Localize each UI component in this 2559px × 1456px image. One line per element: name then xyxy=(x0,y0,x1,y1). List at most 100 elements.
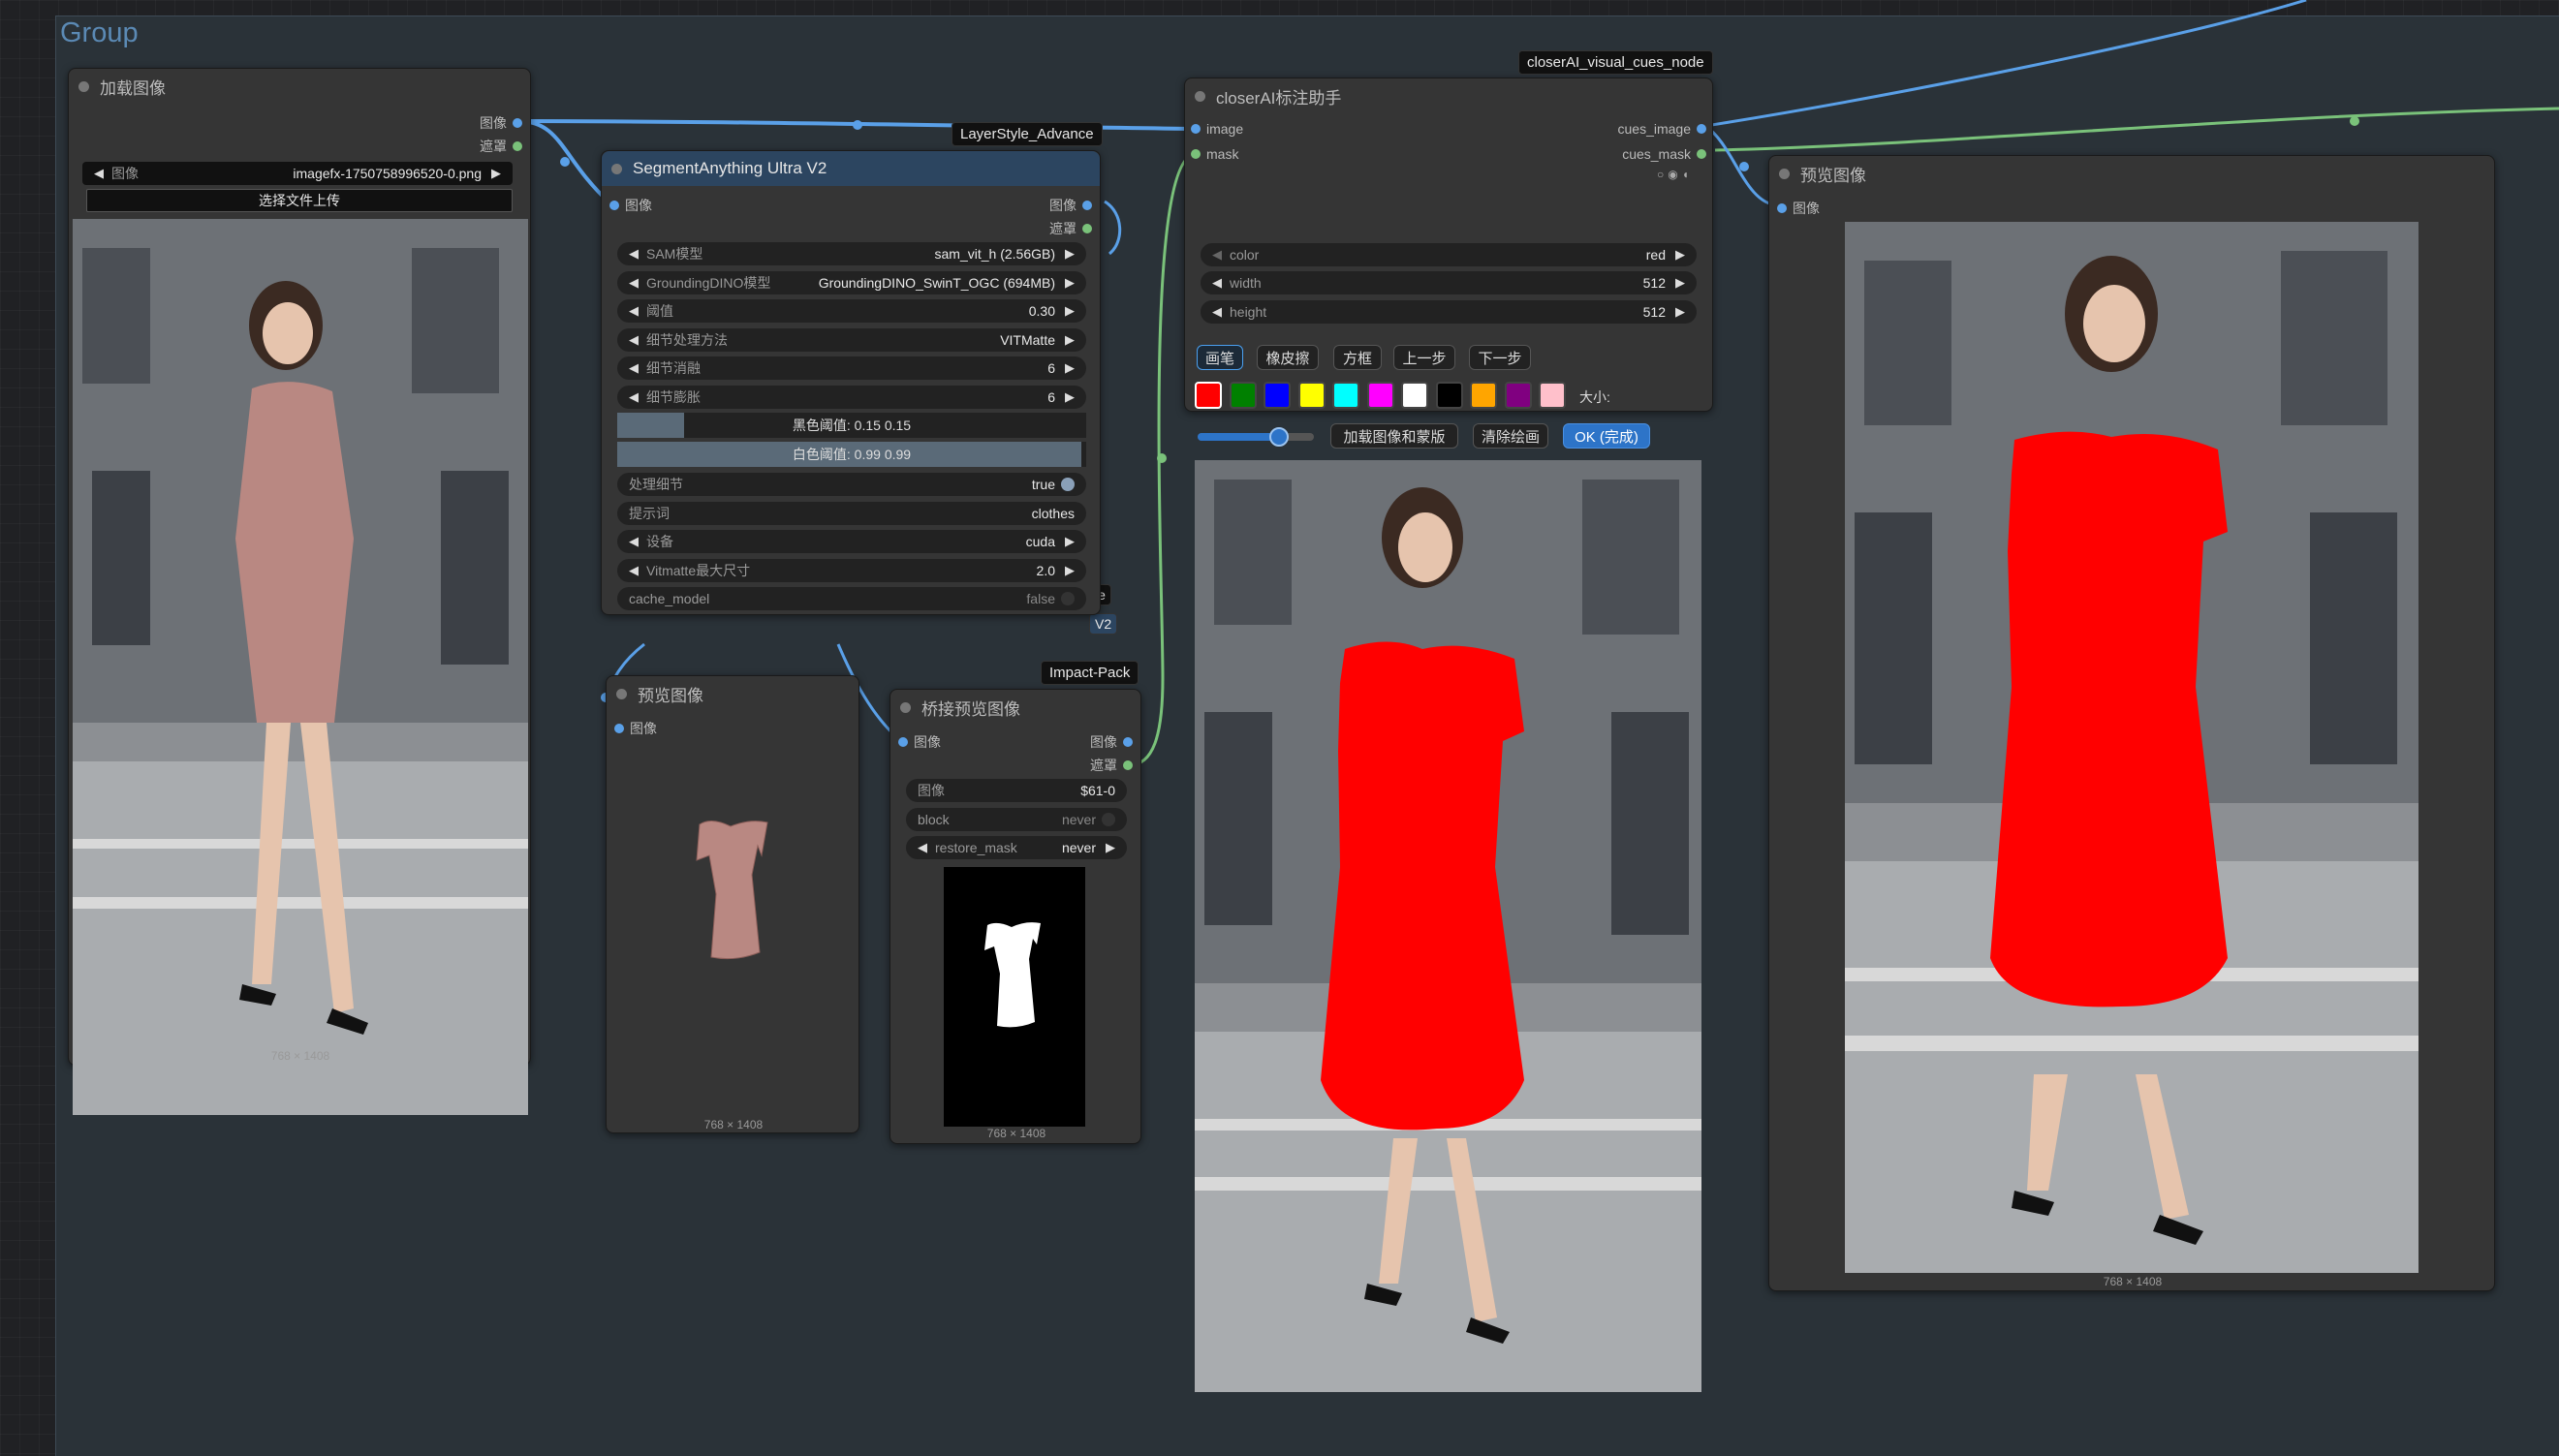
box-tool-button[interactable]: 方框 xyxy=(1333,345,1382,370)
black-threshold-slider[interactable]: 黑色阈值: 0.15 0.15 xyxy=(617,413,1086,438)
node-title[interactable]: 加载图像 xyxy=(69,69,530,104)
arrow-right-icon[interactable]: ▶ xyxy=(1065,332,1075,348)
slot-dot-icon[interactable] xyxy=(1777,203,1787,213)
arrow-left-icon[interactable]: ◀ xyxy=(94,166,104,181)
bridge-preview-node[interactable]: 桥接预览图像 图像 图像 遮罩 图像 $61-0 block never ◀ rest… xyxy=(889,689,1141,1144)
segment-anything-node[interactable]: SegmentAnything Ultra V2 图像 图像 遮罩 ◀ SAM模型… xyxy=(601,150,1101,615)
color-swatch[interactable] xyxy=(1229,382,1257,409)
preview-image-node-1[interactable]: 预览图像 图像 768 × 1408 xyxy=(606,675,859,1133)
slot-dot-icon[interactable] xyxy=(1123,737,1133,747)
color-swatch[interactable] xyxy=(1366,382,1394,409)
arrow-left-icon[interactable]: ◀ xyxy=(629,534,639,549)
input-image-slot[interactable]: image xyxy=(1191,121,1243,137)
node-title[interactable]: closerAI标注助手 xyxy=(1185,78,1712,113)
node-title[interactable]: 预览图像 xyxy=(607,676,858,711)
image-file-combo[interactable]: ◀ 图像 imagefx-1750758996520-0.png ▶ xyxy=(82,162,513,185)
arrow-right-icon[interactable]: ▶ xyxy=(491,166,501,181)
load-image-node[interactable]: 加载图像 图像 遮罩 ◀ 图像 imagefx-1750758996520-0.pn… xyxy=(68,68,531,1115)
toggle-off-icon[interactable] xyxy=(1102,813,1115,826)
color-combo[interactable]: ◀ color red ▶ xyxy=(1201,243,1697,266)
arrow-left-icon[interactable]: ◀ xyxy=(629,275,639,291)
slot-dot-icon[interactable] xyxy=(1697,124,1706,134)
white-threshold-slider[interactable]: 白色阈值: 0.99 0.99 xyxy=(617,442,1086,467)
collapse-dot-icon[interactable] xyxy=(1195,91,1205,102)
node-title[interactable]: 桥接预览图像 xyxy=(890,690,1140,725)
arrow-right-icon[interactable]: ▶ xyxy=(1065,246,1075,262)
slot-dot-icon[interactable] xyxy=(1697,149,1706,159)
block-toggle[interactable]: block never xyxy=(906,808,1127,831)
node-title[interactable]: 预览图像 xyxy=(1769,156,2494,191)
arrow-right-icon[interactable]: ▶ xyxy=(1675,247,1685,263)
load-image-mask-button[interactable]: 加载图像和蒙版 xyxy=(1330,423,1458,449)
arrow-right-icon[interactable]: ▶ xyxy=(1675,304,1685,320)
output-mask-slot[interactable]: 遮罩 xyxy=(1049,219,1092,238)
collapse-dot-icon[interactable] xyxy=(78,81,89,92)
threshold-number[interactable]: ◀ 阈值 0.30 ▶ xyxy=(617,299,1086,323)
output-image-slot[interactable]: 图像 xyxy=(1090,732,1133,752)
toggle-on-icon[interactable] xyxy=(1061,478,1075,491)
output-mask-slot[interactable]: 遮罩 xyxy=(480,137,522,156)
arrow-left-icon[interactable]: ◀ xyxy=(629,563,639,578)
slot-dot-icon[interactable] xyxy=(614,724,624,733)
detail-erode-number[interactable]: ◀ 细节消融 6 ▶ xyxy=(617,356,1086,380)
input-image-slot[interactable]: 图像 xyxy=(1777,199,1820,218)
groundingdino-combo[interactable]: ◀ GroundingDINO模型 GroundingDINO_SwinT_OGC … xyxy=(617,271,1086,294)
upload-button[interactable]: 选择文件上传 xyxy=(86,189,513,212)
prompt-text[interactable]: 提示词 clothes xyxy=(617,502,1086,525)
eraser-tool-button[interactable]: 橡皮擦 xyxy=(1257,345,1319,370)
sam-model-combo[interactable]: ◀ SAM模型 sam_vit_h (2.56GB) ▶ xyxy=(617,242,1086,265)
slot-dot-icon[interactable] xyxy=(1191,124,1201,134)
vitmatte-size-number[interactable]: ◀ Vitmatte最大尺寸 2.0 ▶ xyxy=(617,559,1086,582)
input-image-slot[interactable]: 图像 xyxy=(898,732,941,752)
collapse-dot-icon[interactable] xyxy=(611,164,622,174)
toggle-off-icon[interactable] xyxy=(1061,592,1075,605)
color-swatch[interactable] xyxy=(1297,382,1326,409)
color-swatch[interactable] xyxy=(1332,382,1359,409)
arrow-left-icon[interactable]: ◀ xyxy=(1212,247,1222,263)
group-title[interactable]: Group xyxy=(60,17,139,49)
arrow-right-icon[interactable]: ▶ xyxy=(1065,389,1075,405)
annotation-canvas[interactable] xyxy=(1195,460,1701,1392)
slot-dot-icon[interactable] xyxy=(1082,224,1092,233)
arrow-right-icon[interactable]: ▶ xyxy=(1065,275,1075,291)
arrow-left-icon[interactable]: ◀ xyxy=(918,840,927,855)
detail-dilate-number[interactable]: ◀ 细节膨胀 6 ▶ xyxy=(617,386,1086,409)
undo-button[interactable]: 上一步 xyxy=(1393,345,1455,370)
cache-model-toggle[interactable]: cache_model false xyxy=(617,587,1086,610)
slot-dot-icon[interactable] xyxy=(1191,149,1201,159)
collapse-dot-icon[interactable] xyxy=(900,702,911,713)
preview-image-node-2[interactable]: 预览图像 图像 768 × 1408 xyxy=(1768,155,2495,1291)
process-detail-toggle[interactable]: 处理细节 true xyxy=(617,473,1086,496)
collapse-dot-icon[interactable] xyxy=(1779,169,1790,179)
node-title[interactable]: SegmentAnything Ultra V2 xyxy=(602,151,1100,186)
arrow-left-icon[interactable]: ◀ xyxy=(629,303,639,319)
color-swatch[interactable] xyxy=(1401,382,1428,409)
color-swatch[interactable] xyxy=(1195,382,1222,409)
arrow-left-icon[interactable]: ◀ xyxy=(629,332,639,348)
clear-drawing-button[interactable]: 清除绘画 xyxy=(1473,423,1548,449)
arrow-right-icon[interactable]: ▶ xyxy=(1065,534,1075,549)
input-mask-slot[interactable]: mask xyxy=(1191,146,1238,162)
ok-done-button[interactable]: OK (完成) xyxy=(1563,423,1650,449)
color-swatch[interactable] xyxy=(1264,382,1291,409)
input-image-slot[interactable]: 图像 xyxy=(614,719,657,738)
color-swatch[interactable] xyxy=(1504,382,1532,409)
arrow-right-icon[interactable]: ▶ xyxy=(1065,563,1075,578)
arrow-right-icon[interactable]: ▶ xyxy=(1065,303,1075,319)
detail-method-combo[interactable]: ◀ 细节处理方法 VITMatte ▶ xyxy=(617,328,1086,352)
arrow-left-icon[interactable]: ◀ xyxy=(629,246,639,262)
input-image-slot[interactable]: 图像 xyxy=(609,196,652,215)
slot-dot-icon[interactable] xyxy=(1082,201,1092,210)
color-swatch[interactable] xyxy=(1539,382,1566,409)
redo-button[interactable]: 下一步 xyxy=(1469,345,1531,370)
arrow-right-icon[interactable]: ▶ xyxy=(1106,840,1115,855)
restore-mask-combo[interactable]: ◀ restore_mask never ▶ xyxy=(906,836,1127,859)
output-image-slot[interactable]: 图像 xyxy=(1049,196,1092,215)
arrow-left-icon[interactable]: ◀ xyxy=(1212,275,1222,291)
arrow-right-icon[interactable]: ▶ xyxy=(1675,275,1685,291)
slot-dot-icon[interactable] xyxy=(513,141,522,151)
output-cues-mask-slot[interactable]: cues_mask xyxy=(1622,146,1706,162)
arrow-left-icon[interactable]: ◀ xyxy=(1212,304,1222,320)
output-mask-slot[interactable]: 遮罩 xyxy=(1090,756,1133,775)
arrow-left-icon[interactable]: ◀ xyxy=(629,360,639,376)
